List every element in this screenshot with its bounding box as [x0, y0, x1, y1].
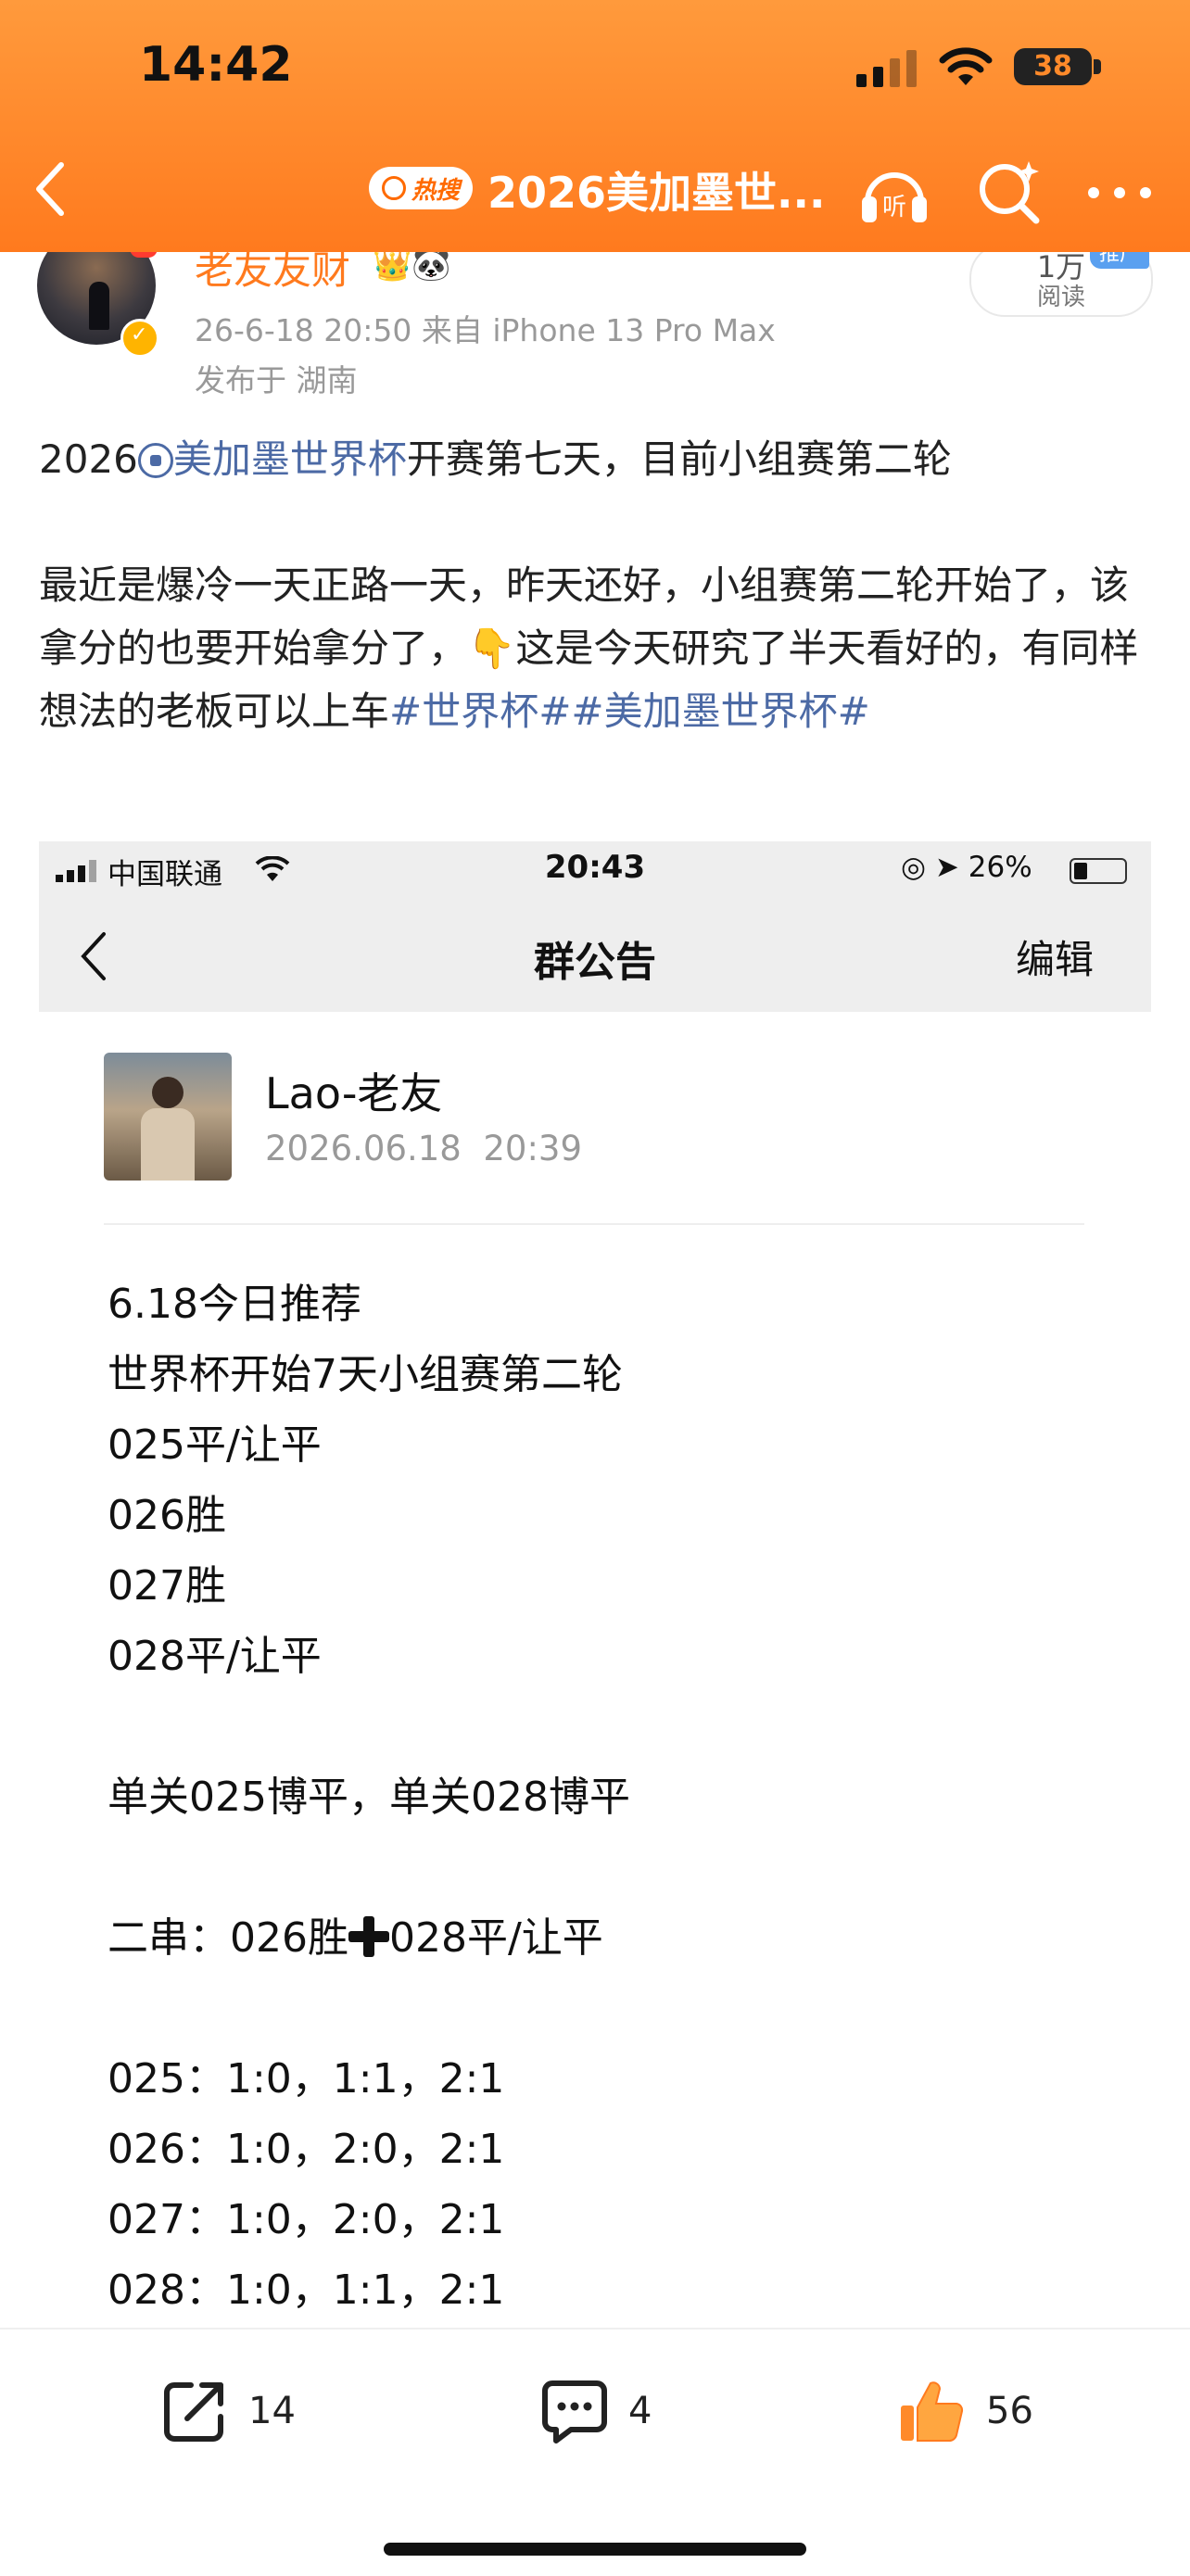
embedded-battery-icon — [1070, 858, 1127, 884]
notice-author-date: 2026.06.18 20:39 — [265, 1129, 582, 1168]
promo-tag[interactable]: 推广 — [1090, 252, 1149, 269]
notice-line: 025：1:0，1:1，2:1 — [108, 2055, 505, 2102]
notice-line: 028平/让平 — [108, 1633, 322, 1680]
divider — [104, 1223, 1084, 1225]
soccer-ball-icon — [137, 443, 173, 478]
search-icon — [381, 176, 406, 200]
notice-body: 6.18今日推荐 世界杯开始7天小组赛第二轮 025平/让平 026胜 027胜… — [108, 1269, 1127, 2326]
topic-link[interactable]: 美加墨世界杯 — [173, 436, 407, 482]
more-icon[interactable] — [1082, 174, 1157, 211]
like-icon — [901, 2381, 964, 2442]
notice-combo-line: 二串：026胜 028平/让平 — [108, 1903, 1127, 1974]
embedded-title: 群公告 — [534, 939, 656, 986]
signal-icon — [856, 50, 917, 87]
embedded-status-right: ◎ ➤ 26% — [901, 851, 1032, 884]
notice-combo-suffix: 028平/让平 — [388, 1914, 603, 1962]
embedded-nav-bar: 群公告 编辑 — [39, 897, 1151, 1012]
notice-combo-prefix: 二串：026胜 — [108, 1914, 348, 1962]
like-button[interactable]: 56 — [897, 2374, 1033, 2448]
notice-line: 026胜 — [108, 1492, 226, 1539]
notice-line: 世界杯开始7天小组赛第二轮 — [108, 1351, 623, 1398]
notice-blank — [108, 1974, 1127, 2044]
wifi-icon — [939, 47, 993, 85]
listen-icon[interactable]: 听 — [856, 156, 932, 230]
location-icon: ➤ — [934, 851, 959, 884]
comment-icon — [542, 2380, 607, 2443]
battery-level: 38 — [1033, 50, 1072, 82]
post-card: 老友友财 👑🐼 26-6-18 20:50 来自 iPhone 13 Pro M… — [0, 252, 1190, 2328]
author-name[interactable]: 老友友财 — [195, 252, 350, 296]
embedded-status-bar: 中国联通 20:43 ◎ ➤ 26% — [39, 841, 1151, 897]
post-line1-prefix: 2026 — [39, 436, 138, 482]
app-header: 14:42 38 热搜 2026美加墨世... 听 — [0, 0, 1190, 252]
notice-author-photo — [104, 1053, 232, 1181]
hashtag-world-cup[interactable]: #世界杯# — [389, 688, 571, 734]
embedded-screenshot[interactable]: 中国联通 20:43 ◎ ➤ 26% 群公告 编辑 Lao-老友 2026.06… — [39, 841, 1151, 2328]
notice-blank — [108, 1692, 1127, 1762]
status-time: 14:42 — [139, 37, 293, 93]
notice-line: 6.18今日推荐 — [108, 1281, 361, 1328]
orientation-lock-icon: ◎ — [901, 851, 927, 884]
hashtag-na-world-cup[interactable]: #美加墨世界杯# — [571, 688, 869, 734]
notice-author-name: Lao-老友 — [265, 1068, 443, 1118]
back-button[interactable] — [24, 156, 80, 222]
home-indicator[interactable] — [384, 2543, 806, 2556]
share-icon — [164, 2382, 223, 2442]
share-button[interactable]: 14 — [159, 2374, 296, 2448]
hot-badge-label: 热搜 — [411, 176, 460, 205]
hot-search-badge[interactable]: 热搜 — [369, 167, 473, 209]
nav-title[interactable]: 2026美加墨世... — [487, 159, 825, 221]
verified-icon — [120, 319, 159, 358]
post-line1-suffix: 开赛第七天，目前小组赛第二轮 — [406, 436, 952, 482]
point-down-icon: 👇 — [467, 625, 516, 671]
post-paragraph2: 最近是爆冷一天正路一天，昨天还好，小组赛第二轮开始了，该拿分的也要开始拿分了，👇… — [39, 554, 1151, 743]
like-count: 56 — [986, 2390, 1033, 2432]
embedded-edit: 编辑 — [1016, 937, 1095, 982]
post-meta: 26-6-18 20:50 来自 iPhone 13 Pro Max — [195, 312, 776, 348]
post-line1: 2026 美加墨世界杯开赛第七天，目前小组赛第二轮 — [39, 428, 1151, 491]
search-icon[interactable] — [975, 158, 1045, 228]
notice-blank — [108, 1833, 1127, 1903]
notice-line: 027胜 — [108, 1562, 226, 1610]
user-badge-icons: 👑🐼 — [373, 252, 451, 284]
comment-count: 4 — [628, 2390, 652, 2432]
svg-text:听: 听 — [882, 194, 906, 221]
share-count: 14 — [248, 2390, 296, 2432]
read-label: 阅读 — [1036, 284, 1085, 311]
notice-line: 028：1:0，1:1，2:1 — [108, 2267, 505, 2314]
battery-nub — [1094, 59, 1101, 74]
notice-line: 027：1:0，2:0，2:1 — [108, 2196, 505, 2243]
embedded-battery-pct: 26% — [968, 851, 1032, 884]
notice-line: 026：1:0，2:0，2:1 — [108, 2126, 505, 2173]
plus-icon — [348, 1916, 389, 1957]
post-location: 发布于 湖南 — [195, 362, 358, 398]
battery-icon: 38 — [1014, 48, 1092, 85]
notice-line: 025平/让平 — [108, 1421, 322, 1469]
author-avatar[interactable] — [37, 252, 159, 358]
notice-line: 单关025博平，单关028博平 — [108, 1774, 630, 1821]
comment-button[interactable]: 4 — [539, 2374, 652, 2448]
action-bar: 14 4 56 — [0, 2328, 1190, 2576]
